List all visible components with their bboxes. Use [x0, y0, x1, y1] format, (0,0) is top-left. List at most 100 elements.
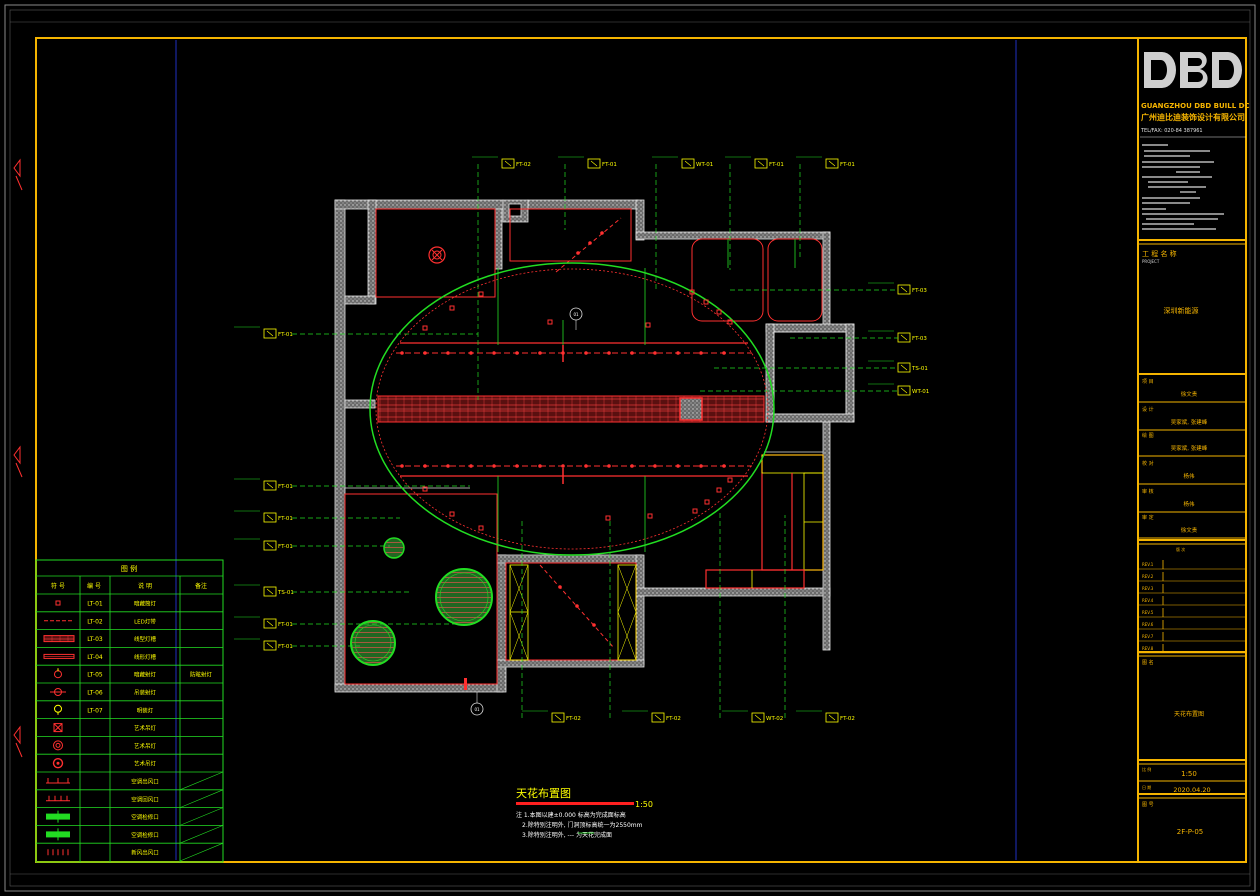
material-tag: FT-02	[521, 520, 581, 723]
material-tag: FT-02	[784, 515, 855, 723]
legend-desc: 艺术吊灯	[134, 724, 157, 732]
legend-desc: 线型灯槽	[134, 635, 157, 643]
role-value: 吴家斌, 张建峰	[1171, 444, 1208, 452]
floor-plan	[334, 199, 855, 693]
tag-code: FT-02	[840, 716, 855, 722]
legend-symbol-icon	[46, 828, 70, 841]
tag-code: WT-02	[766, 716, 783, 722]
role-label: 项 目	[1142, 379, 1154, 385]
material-tag: WT-01	[700, 383, 929, 396]
material-tag: FT-01	[234, 510, 400, 523]
legend-title: 图 例	[121, 564, 137, 573]
tag-code: TS-01	[911, 366, 928, 372]
legend-code: LT-03	[87, 636, 103, 643]
material-tag: FT-01	[234, 538, 390, 551]
tag-code: FT-03	[912, 336, 927, 342]
material-tag: TS-01	[714, 360, 928, 373]
company-address-lines	[1142, 144, 1224, 230]
legend-symbol-icon	[46, 778, 70, 784]
number-label: 图 号	[1142, 802, 1154, 808]
role-value: 吴家斌, 张建峰	[1171, 418, 1208, 426]
legend-symbol-icon	[46, 795, 70, 802]
legend-symbol-icon	[54, 704, 62, 715]
tag-code: FT-01	[278, 544, 293, 550]
role-value: 杨伟	[1183, 472, 1195, 480]
legend-symbol-icon	[55, 600, 61, 606]
note-2: 2.除特别注明外, 门洞顶标高统一为2550mm	[522, 821, 643, 829]
tag-code: WT-01	[696, 162, 713, 168]
drawing-number: 2F-P-05	[1177, 828, 1204, 836]
rev-row: REV.2	[1142, 574, 1154, 579]
rev-row: REV.6	[1142, 622, 1154, 627]
section-marker-bottom: 01	[470, 692, 484, 716]
tag-code: FT-01	[602, 162, 617, 168]
legend-header-desc: 说 明	[138, 582, 152, 590]
drawing-caption: 天花布置图 1:50 注 1.本图以建±0.000 标高为完成面标高 2.除特别…	[516, 787, 653, 839]
company-en: GUANGZHOU DBD BUILL DC	[1141, 102, 1250, 110]
legend-symbol-icon	[52, 758, 64, 769]
tag-code: FT-01	[278, 484, 293, 490]
legend-symbol-icon	[53, 723, 63, 733]
tag-code: FT-01	[278, 516, 293, 522]
left-margin-markers	[13, 158, 23, 758]
rev-label: 版 次	[1176, 546, 1185, 552]
title-block: GUANGZHOU DBD BUILL DC 广州迪比迪装饰设计有限公司 TEL…	[1138, 52, 1250, 836]
legend-symbol-icon	[53, 740, 63, 751]
tag-code: FT-01	[278, 332, 293, 338]
note-1: 注 1.本图以建±0.000 标高为完成面标高	[516, 811, 626, 819]
role-value: 徐文贵	[1181, 390, 1198, 398]
legend-desc: 吊装射灯	[134, 689, 157, 697]
ceiling-plan-drawing: GUANGZHOU DBD BUILL DC 广州迪比迪装饰设计有限公司 TEL…	[4, 4, 1256, 892]
legend-desc: 新风出风口	[131, 849, 159, 857]
role-label: 审 核	[1142, 488, 1154, 495]
legend-code: LT-02	[87, 618, 103, 625]
tag-code: FT-01	[278, 644, 293, 650]
legend-symbol-icon	[54, 668, 62, 679]
legend-code: LT-05	[87, 672, 103, 679]
svg-text:01: 01	[573, 312, 579, 317]
rev-row: REV.4	[1142, 598, 1154, 603]
legend-header-code: 编 号	[87, 582, 101, 590]
legend-symbol-icon	[47, 849, 69, 856]
legend-symbol-icon	[50, 688, 66, 696]
legend-code: LT-06	[87, 690, 103, 697]
legend-desc: 空调检修口	[131, 831, 159, 839]
role-label: 设 计	[1142, 406, 1154, 413]
project-name: 深圳新能源	[1164, 306, 1199, 315]
legend-desc: 空调回风口	[131, 795, 159, 803]
legend-desc: 空调检修口	[131, 813, 159, 821]
legend-desc: 暗藏射灯	[134, 671, 157, 679]
section-marker-top: 01	[569, 307, 583, 330]
sheet-outer-border	[4, 4, 1256, 892]
role-label: 审 定	[1142, 514, 1154, 521]
legend-symbol-icon	[43, 635, 75, 643]
project-label: 工 程 名 称	[1142, 249, 1177, 258]
legend-desc: 空调出风口	[131, 778, 159, 786]
legend-desc: 艺术吊灯	[134, 742, 157, 750]
legend-code: LT-07	[87, 707, 103, 714]
walls	[334, 199, 855, 693]
legend-symbol-icon	[46, 810, 70, 823]
legend-symbol-icon	[43, 653, 75, 659]
date-label: 日 期	[1142, 784, 1151, 790]
rev-row: REV.7	[1142, 634, 1154, 639]
legend-header-symbol: 符 号	[51, 582, 65, 590]
tag-code: FT-01	[840, 162, 855, 168]
rev-row: REV.5	[1142, 610, 1154, 615]
material-tag: TS-01	[234, 584, 410, 597]
date-value: 2020.04.20	[1173, 786, 1210, 794]
tag-code: FT-01	[278, 622, 293, 628]
svg-text:01: 01	[474, 707, 480, 712]
legend-code: LT-04	[87, 654, 103, 661]
tag-code: FT-02	[666, 716, 681, 722]
rev-row: REV.8	[1142, 646, 1154, 651]
company-tel: TEL/FAX: 020-84 387961	[1140, 128, 1203, 134]
drawing-title: 天花布置图	[1174, 710, 1204, 718]
tag-code: FT-01	[769, 162, 784, 168]
role-label: 校 对	[1142, 460, 1154, 467]
plan-scale: 1:50	[635, 800, 653, 809]
scale-label: 比 例	[1142, 766, 1151, 772]
material-tag: WT-02	[719, 510, 783, 723]
note-3: 3.除特别注明外, --- 为天花完成面	[522, 831, 612, 839]
roles-list: 项 目徐文贵设 计吴家斌, 张建峰绘 图吴家斌, 张建峰校 对杨伟审 核杨伟审 …	[1138, 379, 1246, 539]
